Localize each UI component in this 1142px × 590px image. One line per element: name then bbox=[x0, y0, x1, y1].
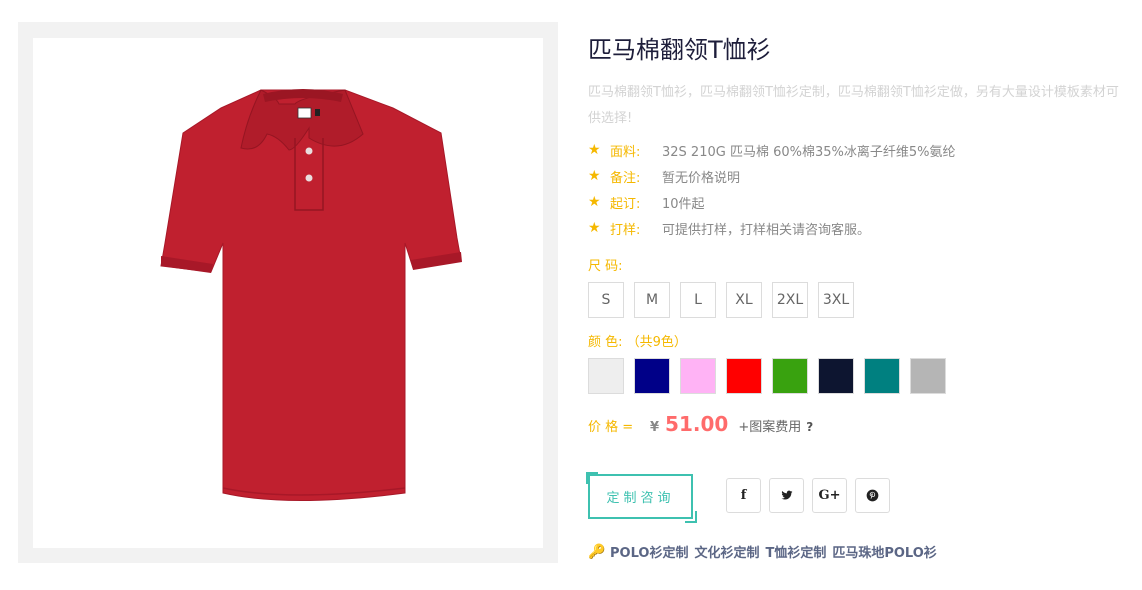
attribute-value: 暂无价格说明 bbox=[662, 170, 741, 186]
attribute-note: ★ 备注: 暂无价格说明 bbox=[588, 166, 740, 186]
corner-decoration bbox=[586, 472, 598, 484]
size-options: S M L XL 2XL 3XL bbox=[588, 282, 854, 318]
size-label: 尺 码: bbox=[588, 259, 623, 274]
attribute-key: 打样: bbox=[610, 222, 641, 238]
attribute-sample: ★ 打样: 可提供打样，打样相关请咨询客服。 bbox=[588, 218, 870, 238]
size-option-l[interactable]: L bbox=[680, 282, 716, 318]
social-share: f G+ bbox=[726, 478, 890, 513]
product-description: 匹马棉翻领T恤衫，匹马棉翻领T恤衫定制，匹马棉翻领T恤衫定做，另有大量设计模板素… bbox=[588, 85, 1119, 126]
size-option-xl[interactable]: XL bbox=[726, 282, 762, 318]
price-extra-note: +图案费用 bbox=[738, 420, 802, 435]
price-label: 价 格 = bbox=[588, 420, 634, 435]
product-image-frame bbox=[18, 22, 558, 563]
tag-link[interactable]: T恤衫定制 bbox=[765, 542, 826, 561]
attribute-moq: ★ 起订: 10件起 bbox=[588, 192, 705, 212]
color-label: 颜 色: （共9色） bbox=[588, 335, 687, 350]
twitter-bird-shape bbox=[781, 490, 792, 500]
attribute-value: 10件起 bbox=[662, 196, 705, 212]
color-swatch[interactable] bbox=[726, 358, 762, 394]
attribute-value: 32S 210G 匹马棉 60%棉35%冰离子纤维5%氨纶 bbox=[662, 144, 956, 160]
size-option-m[interactable]: M bbox=[634, 282, 670, 318]
polo-shirt-image bbox=[160, 89, 462, 501]
size-option-s[interactable]: S bbox=[588, 282, 624, 318]
color-swatch[interactable] bbox=[818, 358, 854, 394]
star-icon: ★ bbox=[588, 168, 601, 184]
color-swatch[interactable] bbox=[772, 358, 808, 394]
attribute-value: 可提供打样，打样相关请咨询客服。 bbox=[662, 222, 871, 238]
consult-button[interactable]: 定制咨询 bbox=[586, 472, 697, 523]
color-swatch[interactable] bbox=[864, 358, 900, 394]
color-swatch[interactable] bbox=[910, 358, 946, 394]
color-swatch[interactable] bbox=[634, 358, 670, 394]
attribute-fabric: ★ 面料: 32S 210G 匹马棉 60%棉35%冰离子纤维5%氨纶 bbox=[588, 140, 956, 160]
google-plus-icon[interactable]: G+ bbox=[812, 478, 847, 513]
size-option-2xl[interactable]: 2XL bbox=[772, 282, 808, 318]
pinterest-icon[interactable] bbox=[855, 478, 890, 513]
tag-link[interactable]: 文化衫定制 bbox=[694, 542, 759, 561]
price-row: 价 格 = ¥ 51.00 +图案费用 ? bbox=[588, 412, 813, 436]
color-swatch[interactable] bbox=[680, 358, 716, 394]
star-icon: ★ bbox=[588, 194, 601, 210]
consult-button-label: 定制咨询 bbox=[606, 491, 675, 506]
attribute-key: 面料: bbox=[610, 144, 641, 160]
tag-link[interactable]: 匹马珠地POLO衫 bbox=[832, 542, 936, 561]
color-swatch[interactable] bbox=[588, 358, 624, 394]
price-value: 51.00 bbox=[665, 412, 729, 436]
facebook-icon[interactable]: f bbox=[726, 478, 761, 513]
corner-decoration bbox=[685, 511, 697, 523]
attribute-key: 备注: bbox=[610, 170, 641, 186]
price-currency: ¥ bbox=[650, 420, 660, 435]
help-icon[interactable]: ? bbox=[806, 420, 813, 434]
product-title: 匹马棉翻领T恤衫 bbox=[588, 36, 771, 64]
attribute-key: 起订: bbox=[610, 196, 641, 212]
tag-link[interactable]: POLO衫定制 bbox=[610, 542, 688, 561]
pinterest-p-shape bbox=[866, 489, 879, 502]
product-tags: 🔑 POLO衫定制 文化衫定制 T恤衫定制 匹马珠地POLO衫 bbox=[588, 542, 937, 562]
key-icon: 🔑 bbox=[588, 543, 606, 560]
star-icon: ★ bbox=[588, 142, 601, 158]
star-icon: ★ bbox=[588, 220, 601, 236]
product-image[interactable] bbox=[33, 38, 543, 548]
size-option-3xl[interactable]: 3XL bbox=[818, 282, 854, 318]
color-options bbox=[588, 358, 946, 394]
twitter-icon[interactable] bbox=[769, 478, 804, 513]
